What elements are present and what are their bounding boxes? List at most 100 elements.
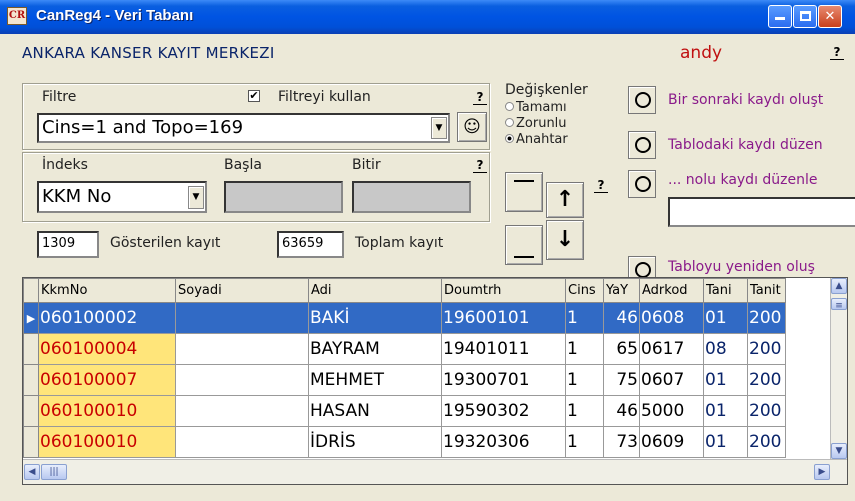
table-cell[interactable]: 73 [603, 426, 640, 458]
last-record-button[interactable] [505, 225, 543, 265]
table-cell[interactable]: 19320306 [441, 426, 566, 458]
table-cell[interactable]: BAYRAM [308, 333, 442, 365]
table-cell[interactable]: 1 [565, 302, 604, 334]
row-indicator[interactable] [23, 364, 39, 396]
table-cell[interactable]: 200 [747, 395, 786, 427]
maximize-button[interactable] [793, 5, 817, 28]
table-cell[interactable] [175, 333, 309, 365]
filter-dropdown-button[interactable]: ▼ [431, 117, 447, 139]
column-header[interactable]: KkmNo [38, 278, 176, 303]
table-cell[interactable]: 200 [747, 426, 786, 458]
table-cell[interactable] [175, 426, 309, 458]
minimize-button[interactable] [768, 5, 792, 28]
scroll-up-arrow-icon[interactable]: ▲ [831, 278, 847, 294]
table-cell[interactable]: 65 [603, 333, 640, 365]
start-input[interactable] [224, 181, 343, 213]
close-button[interactable]: ✕ [818, 5, 842, 28]
table-cell[interactable]: 01 [703, 395, 748, 427]
table-cell[interactable]: 200 [747, 333, 786, 365]
scroll-down-arrow-icon[interactable]: ▼ [831, 443, 847, 459]
table-cell[interactable]: BAKİ [308, 302, 442, 334]
column-header[interactable]: Tanit [747, 278, 786, 303]
table-cell[interactable]: 0609 [639, 426, 704, 458]
edit-numbered-record-button[interactable] [628, 170, 656, 198]
table-cell[interactable]: HASAN [308, 395, 442, 427]
nav-help-button[interactable]: ? [594, 178, 608, 193]
row-indicator[interactable] [23, 426, 39, 458]
column-header[interactable]: Cins [565, 278, 604, 303]
radio-all[interactable]: Tamamı [505, 100, 567, 115]
column-header[interactable]: YaY [603, 278, 640, 303]
table-cell[interactable]: 46 [603, 395, 640, 427]
edit-table-record-button[interactable] [628, 131, 656, 159]
table-cell[interactable]: 1 [565, 426, 604, 458]
column-header[interactable]: Soyadi [175, 278, 309, 303]
radio-required[interactable]: Zorunlu [505, 116, 567, 131]
index-help-button[interactable]: ? [473, 158, 487, 173]
use-filter-checkbox[interactable]: ✔ [248, 90, 260, 102]
table-cell[interactable]: 200 [747, 364, 786, 396]
create-next-record-button[interactable] [628, 86, 656, 114]
table-cell[interactable]: 0607 [639, 364, 704, 396]
table-row[interactable]: 060100004 BAYRAM 19401011 1 65 0617 08 200 [23, 333, 786, 365]
end-input[interactable] [352, 181, 471, 213]
smiley-button[interactable]: ☺ [457, 112, 487, 142]
h-scroll-thumb[interactable]: ||| [41, 464, 67, 480]
table-cell[interactable] [175, 302, 309, 334]
row-indicator[interactable] [23, 395, 39, 427]
scroll-left-arrow-icon[interactable]: ◀ [24, 464, 40, 480]
table-cell[interactable]: 01 [703, 302, 748, 334]
next-record-button[interactable]: ↓ [546, 220, 584, 260]
table-cell[interactable]: MEHMET [308, 364, 442, 396]
table-cell[interactable]: 1 [565, 364, 604, 396]
table-cell[interactable]: 01 [703, 364, 748, 396]
previous-record-button[interactable]: ↑ [546, 182, 584, 218]
table-cell[interactable] [175, 395, 309, 427]
row-indicator[interactable] [23, 333, 39, 365]
filter-expression-input[interactable]: Cins=1 and Topo=169 [37, 113, 450, 143]
title-bar[interactable]: CR CanReg4 - Veri Tabanı ✕ [0, 0, 855, 34]
index-dropdown-button[interactable]: ▼ [188, 186, 204, 209]
table-cell[interactable] [175, 364, 309, 396]
table-cell[interactable]: 0617 [639, 333, 704, 365]
table-cell[interactable]: 0608 [639, 302, 704, 334]
table-cell[interactable]: 19300701 [441, 364, 566, 396]
filter-help-button[interactable]: ? [473, 90, 487, 105]
column-header[interactable]: Adrkod [639, 278, 704, 303]
table-cell[interactable]: 200 [747, 302, 786, 334]
column-header[interactable]: Doumtrh [441, 278, 566, 303]
table-cell[interactable]: 75 [603, 364, 640, 396]
index-select[interactable]: KKM No [37, 181, 207, 213]
table-cell[interactable]: 060100004 [38, 333, 176, 365]
table-row[interactable]: 060100010 HASAN 19590302 1 46 5000 01 200 [23, 395, 786, 427]
table-cell[interactable]: 1 [565, 395, 604, 427]
current-row-pointer-icon[interactable]: ▶ [23, 302, 39, 334]
horizontal-scrollbar[interactable]: ◀ ||| ▶ [23, 459, 847, 484]
column-header[interactable]: Adi [308, 278, 442, 303]
table-cell[interactable]: 060100010 [38, 426, 176, 458]
table-cell[interactable]: 1 [565, 333, 604, 365]
radio-key[interactable]: Anahtar [505, 132, 568, 147]
first-record-button[interactable] [505, 172, 543, 212]
table-cell[interactable]: 19600101 [441, 302, 566, 334]
table-cell[interactable]: 19401011 [441, 333, 566, 365]
table-row[interactable]: ▶ 060100002 BAKİ 19600101 1 46 0608 01 200 [23, 302, 786, 334]
table-cell[interactable]: 01 [703, 426, 748, 458]
scroll-right-arrow-icon[interactable]: ▶ [814, 464, 830, 480]
vertical-scrollbar[interactable]: ▲ ≡ ▼ [830, 278, 847, 459]
column-header[interactable]: Tani [703, 278, 748, 303]
close-icon: ✕ [824, 9, 836, 24]
table-cell[interactable]: İDRİS [308, 426, 442, 458]
record-number-input[interactable] [668, 197, 855, 227]
table-cell[interactable]: 060100010 [38, 395, 176, 427]
table-cell[interactable]: 060100007 [38, 364, 176, 396]
table-cell[interactable]: 5000 [639, 395, 704, 427]
table-row[interactable]: 060100010 İDRİS 19320306 1 73 0609 01 200 [23, 426, 786, 458]
table-row[interactable]: 060100007 MEHMET 19300701 1 75 0607 01 200 [23, 364, 786, 396]
table-cell[interactable]: 19590302 [441, 395, 566, 427]
table-cell[interactable]: 46 [603, 302, 640, 334]
table-cell[interactable]: 08 [703, 333, 748, 365]
scroll-thumb[interactable]: ≡ [831, 298, 847, 311]
help-button[interactable]: ? [830, 45, 844, 60]
table-cell[interactable]: 060100002 [38, 302, 176, 334]
